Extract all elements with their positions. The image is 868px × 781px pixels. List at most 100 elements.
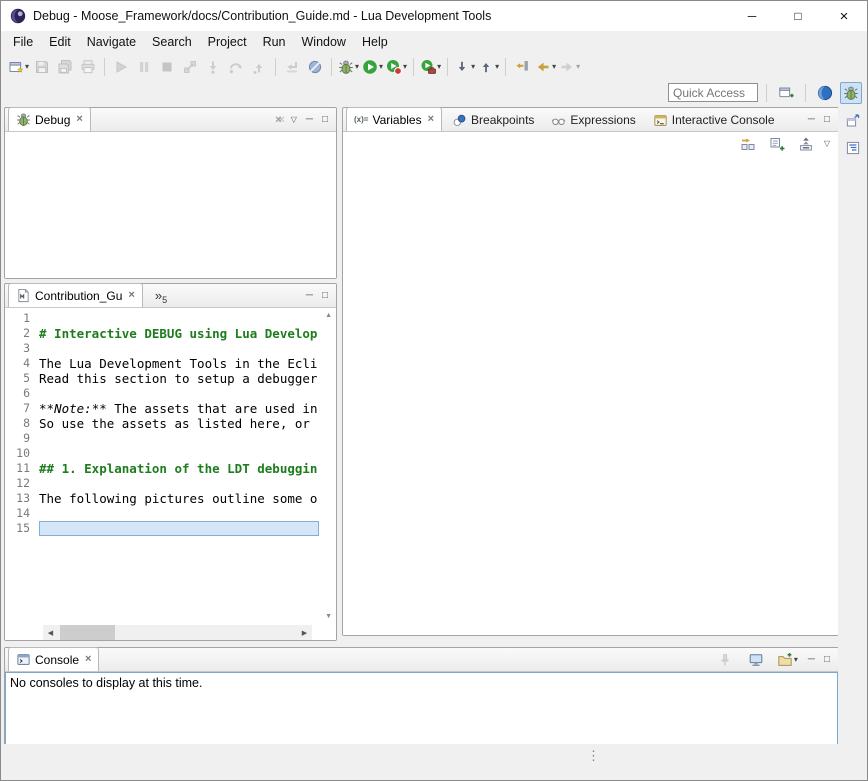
scroll-down-icon[interactable]: ▼ — [325, 613, 332, 620]
ldt-perspective-button[interactable] — [814, 82, 836, 104]
back-button[interactable]: ▾ — [534, 56, 557, 78]
suspend-button[interactable] — [133, 56, 155, 78]
menu-edit[interactable]: Edit — [41, 35, 79, 49]
run-dropdown-icon[interactable]: ▾ — [379, 62, 383, 71]
variables-minimize-button[interactable]: ─ — [808, 115, 815, 125]
new-dropdown-icon[interactable]: ▾ — [25, 62, 29, 71]
display-selected-console-button[interactable] — [745, 649, 767, 671]
scroll-up-icon[interactable]: ▲ — [325, 312, 332, 319]
debug-minimize-button[interactable]: ─ — [306, 115, 313, 125]
show-logical-structures-button[interactable] — [737, 133, 759, 155]
print-button[interactable] — [77, 56, 99, 78]
variables-view-menu-button[interactable]: ▽ — [824, 140, 830, 148]
scrollbar-track[interactable] — [58, 625, 297, 640]
debug-dropdown-icon[interactable]: ▾ — [355, 62, 359, 71]
scroll-left-icon[interactable]: ◀ — [43, 629, 58, 637]
resize-grip[interactable]: ⋮ — [587, 748, 600, 764]
step-into-button[interactable] — [202, 56, 224, 78]
menu-search[interactable]: Search — [144, 35, 200, 49]
forward-button[interactable]: ▾ — [558, 56, 581, 78]
scrollbar-thumb[interactable] — [60, 625, 115, 640]
tab-expressions[interactable]: Expressions — [544, 109, 642, 131]
debug-view-tab[interactable]: Debug × — [8, 107, 91, 131]
window-minimize-button[interactable]: ─ — [729, 1, 775, 31]
tab-breakpoints[interactable]: Breakpoints — [445, 109, 541, 131]
editor-line[interactable]: 9 — [5, 431, 319, 446]
console-tab[interactable]: Console × — [8, 647, 99, 671]
pin-console-button[interactable] — [714, 649, 736, 671]
editor-line[interactable]: 7**Note:** The assets that are used in — [5, 401, 319, 416]
scroll-right-icon[interactable]: ▶ — [297, 629, 312, 637]
run-button[interactable]: ▾ — [361, 56, 384, 78]
debug-button[interactable]: ▾ — [337, 56, 360, 78]
editor-line[interactable]: 2# Interactive DEBUG using Lua Develop — [5, 326, 319, 341]
resume-button[interactable] — [110, 56, 132, 78]
minimized-outline-view-button[interactable] — [842, 137, 864, 159]
new-button[interactable]: ▾ — [7, 56, 30, 78]
quick-access-input[interactable] — [668, 83, 758, 102]
editor-line[interactable]: 4The Lua Development Tools in the Ecli — [5, 356, 319, 371]
editor-line[interactable]: 10 — [5, 446, 319, 461]
menu-help[interactable]: Help — [354, 35, 396, 49]
close-icon[interactable]: × — [428, 114, 434, 125]
close-icon[interactable]: × — [128, 290, 134, 301]
hidden-editors-chevron[interactable]: »5 — [155, 288, 167, 303]
restore-minimized-view-button[interactable] — [842, 110, 864, 132]
skip-all-breakpoints-button[interactable] — [304, 56, 326, 78]
editor-line[interactable]: 1 — [5, 311, 319, 326]
terminate-button[interactable] — [156, 56, 178, 78]
editor-line[interactable]: 5Read this section to setup a debugger — [5, 371, 319, 386]
collapse-all-button[interactable] — [795, 133, 817, 155]
menu-project[interactable]: Project — [200, 35, 255, 49]
console-maximize-button[interactable]: □ — [824, 655, 830, 665]
external-tools-dropdown-icon[interactable]: ▾ — [437, 62, 441, 71]
menu-file[interactable]: File — [5, 35, 41, 49]
variables-maximize-button[interactable]: □ — [824, 115, 830, 125]
editor-minimize-button[interactable]: ─ — [306, 291, 313, 301]
window-close-button[interactable]: × — [821, 1, 867, 31]
open-console-dropdown-icon[interactable]: ▾ — [794, 655, 798, 664]
forward-dropdown-icon[interactable]: ▾ — [576, 62, 580, 71]
editor-line[interactable]: 14 — [5, 506, 319, 521]
debug-perspective-button[interactable] — [840, 82, 862, 104]
menu-navigate[interactable]: Navigate — [79, 35, 144, 49]
close-icon[interactable]: × — [85, 654, 91, 665]
previous-annotation-button[interactable]: ▾ — [477, 56, 500, 78]
tab-variables[interactable]: (x)= Variables × — [346, 107, 442, 131]
back-dropdown-icon[interactable]: ▾ — [552, 62, 556, 71]
new-variables-view-button[interactable] — [766, 133, 788, 155]
editor-line[interactable]: 13The following pictures outline some o — [5, 491, 319, 506]
editor-line[interactable]: 15 — [5, 521, 319, 536]
variables-view-content[interactable] — [343, 156, 838, 635]
editor-line[interactable]: 12 — [5, 476, 319, 491]
debug-view-menu-button[interactable]: ▽ — [291, 116, 297, 124]
editor-line[interactable]: 8So use the assets as listed here, or — [5, 416, 319, 431]
next-annotation-dropdown-icon[interactable]: ▾ — [471, 62, 475, 71]
save-all-button[interactable] — [54, 56, 76, 78]
step-return-button[interactable] — [248, 56, 270, 78]
remove-all-terminated-button[interactable]: × — [275, 114, 281, 126]
menu-window[interactable]: Window — [294, 35, 354, 49]
debug-view-content[interactable] — [5, 132, 336, 278]
last-edit-location-button[interactable] — [511, 56, 533, 78]
console-minimize-button[interactable]: ─ — [808, 655, 815, 665]
external-tools-button[interactable]: ▾ — [419, 56, 442, 78]
editor-maximize-button[interactable]: □ — [322, 291, 328, 301]
tab-interactive-console[interactable]: Interactive Console — [646, 109, 782, 131]
horizontal-scrollbar[interactable]: ◀ ▶ — [43, 625, 312, 640]
menu-run[interactable]: Run — [255, 35, 294, 49]
console-content[interactable]: No consoles to display at this time. — [5, 672, 838, 745]
disconnect-button[interactable] — [179, 56, 201, 78]
coverage-dropdown-icon[interactable]: ▾ — [403, 62, 407, 71]
editor-tab-contribution-guide[interactable]: Contribution_Gu × — [8, 283, 143, 307]
open-perspective-button[interactable] — [775, 82, 797, 104]
coverage-button[interactable]: ▾ — [385, 56, 408, 78]
save-button[interactable] — [31, 56, 53, 78]
close-icon[interactable]: × — [76, 114, 82, 125]
open-console-button[interactable]: ▾ — [776, 649, 799, 671]
editor-line[interactable]: 3 — [5, 341, 319, 356]
debug-maximize-button[interactable]: □ — [322, 115, 328, 125]
previous-annotation-dropdown-icon[interactable]: ▾ — [495, 62, 499, 71]
drop-to-frame-button[interactable] — [281, 56, 303, 78]
step-over-button[interactable] — [225, 56, 247, 78]
